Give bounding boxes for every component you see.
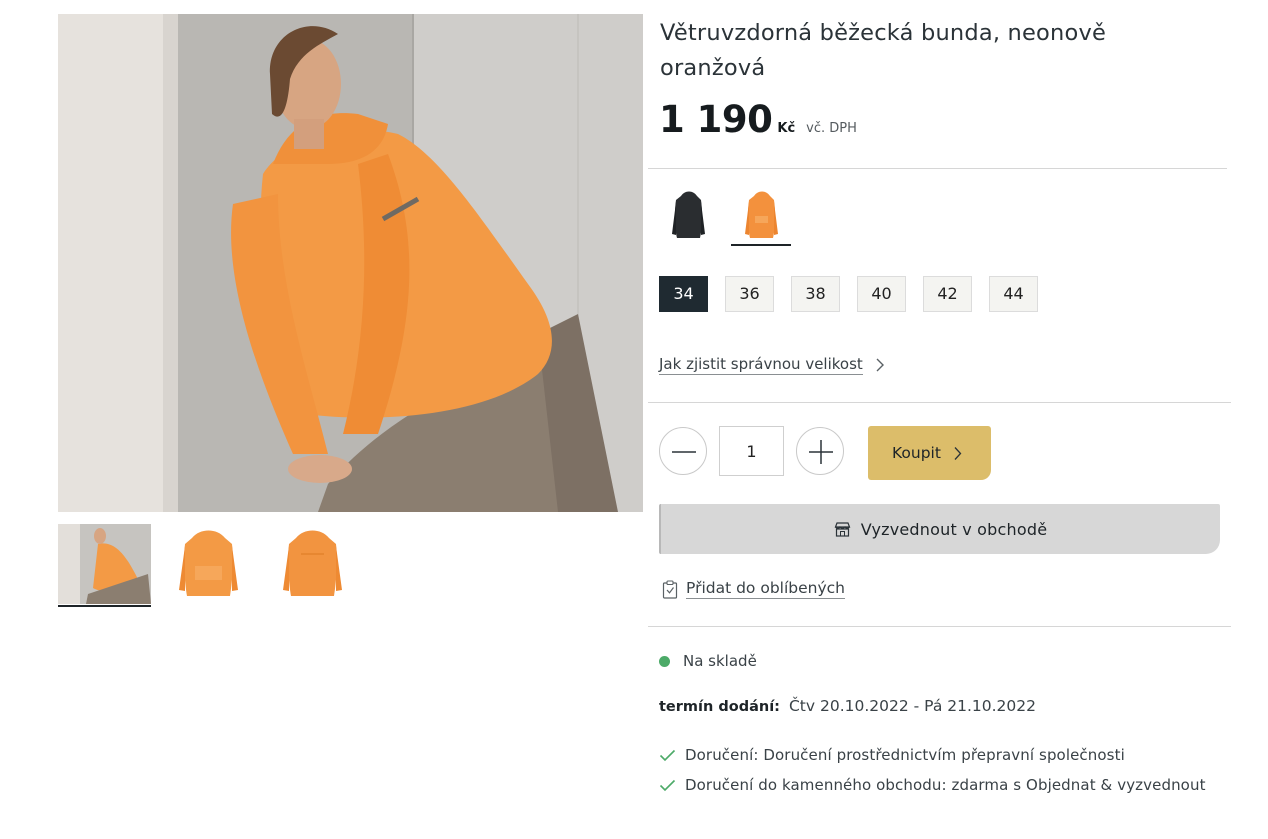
quantity-increase-button[interactable]: [796, 427, 844, 475]
size-option-44[interactable]: 44: [989, 276, 1038, 312]
delivery-option: Doručení do kamenného obchodu: zdarma s …: [659, 776, 1206, 794]
size-option-34[interactable]: 34: [659, 276, 708, 312]
thumbnail-1[interactable]: [58, 524, 151, 607]
chevron-right-icon: [876, 358, 884, 372]
thumbnail-strip: [58, 524, 359, 608]
minus-icon: [672, 451, 696, 453]
quantity-decrease-button[interactable]: [659, 427, 707, 475]
buy-button-label: Koupit: [892, 444, 941, 462]
delivery-term: termín dodání: Čtv 20.10.2022 - Pá 21.10…: [659, 697, 1036, 715]
quantity-input[interactable]: [719, 426, 784, 476]
pickup-button-label: Vyzvednout v obchodě: [860, 519, 1048, 539]
size-option-38[interactable]: 38: [791, 276, 840, 312]
check-icon: [659, 779, 676, 791]
price-value: 1 190: [659, 98, 773, 141]
check-icon: [659, 749, 676, 761]
divider: [648, 626, 1231, 627]
size-option-36[interactable]: 36: [725, 276, 774, 312]
delivery-term-label: termín dodání:: [659, 699, 780, 715]
price-currency: Kč: [777, 121, 796, 136]
color-swatch-orange[interactable]: [731, 186, 791, 246]
thumbnail-2[interactable]: [162, 524, 255, 604]
clipboard-heart-icon: [662, 579, 678, 599]
size-option-42[interactable]: 42: [923, 276, 972, 312]
size-guide-link[interactable]: Jak zjistit správnou velikost: [659, 355, 885, 375]
divider: [648, 402, 1231, 403]
plus-icon: [809, 440, 833, 464]
pickup-in-store-button[interactable]: Vyzvednout v obchodě: [659, 504, 1220, 554]
price-block: 1 190 Kč vč. DPH: [659, 98, 857, 141]
delivery-option: Doručení: Doručení prostřednictvím přepr…: [659, 746, 1125, 764]
favorites-label: Přidat do oblíbených: [686, 579, 845, 599]
product-title: Větruvzdorná běžecká bunda, neonově oran…: [660, 20, 1107, 81]
buy-button[interactable]: Koupit: [868, 426, 991, 480]
chevron-right-icon: [954, 446, 962, 460]
divider: [648, 168, 1227, 169]
vat-note: vč. DPH: [806, 121, 857, 136]
stock-status-label: Na skladě: [683, 652, 757, 670]
add-to-favorites-link[interactable]: Přidat do oblíbených: [662, 579, 845, 599]
color-swatch-black[interactable]: [658, 186, 718, 246]
thumbnail-3[interactable]: [266, 524, 359, 604]
delivery-term-value: Čtv 20.10.2022 - Pá 21.10.2022: [788, 697, 1036, 715]
delivery-option-label: Doručení do kamenného obchodu: zdarma s …: [685, 776, 1206, 794]
delivery-option-label: Doručení: Doručení prostřednictvím přepr…: [685, 746, 1125, 764]
size-option-40[interactable]: 40: [857, 276, 906, 312]
stock-status: Na skladě: [659, 652, 757, 670]
product-main-image[interactable]: [58, 14, 643, 512]
in-stock-indicator-icon: [659, 655, 670, 667]
size-guide-label: Jak zjistit správnou velikost: [659, 355, 863, 375]
store-icon: [834, 521, 851, 537]
